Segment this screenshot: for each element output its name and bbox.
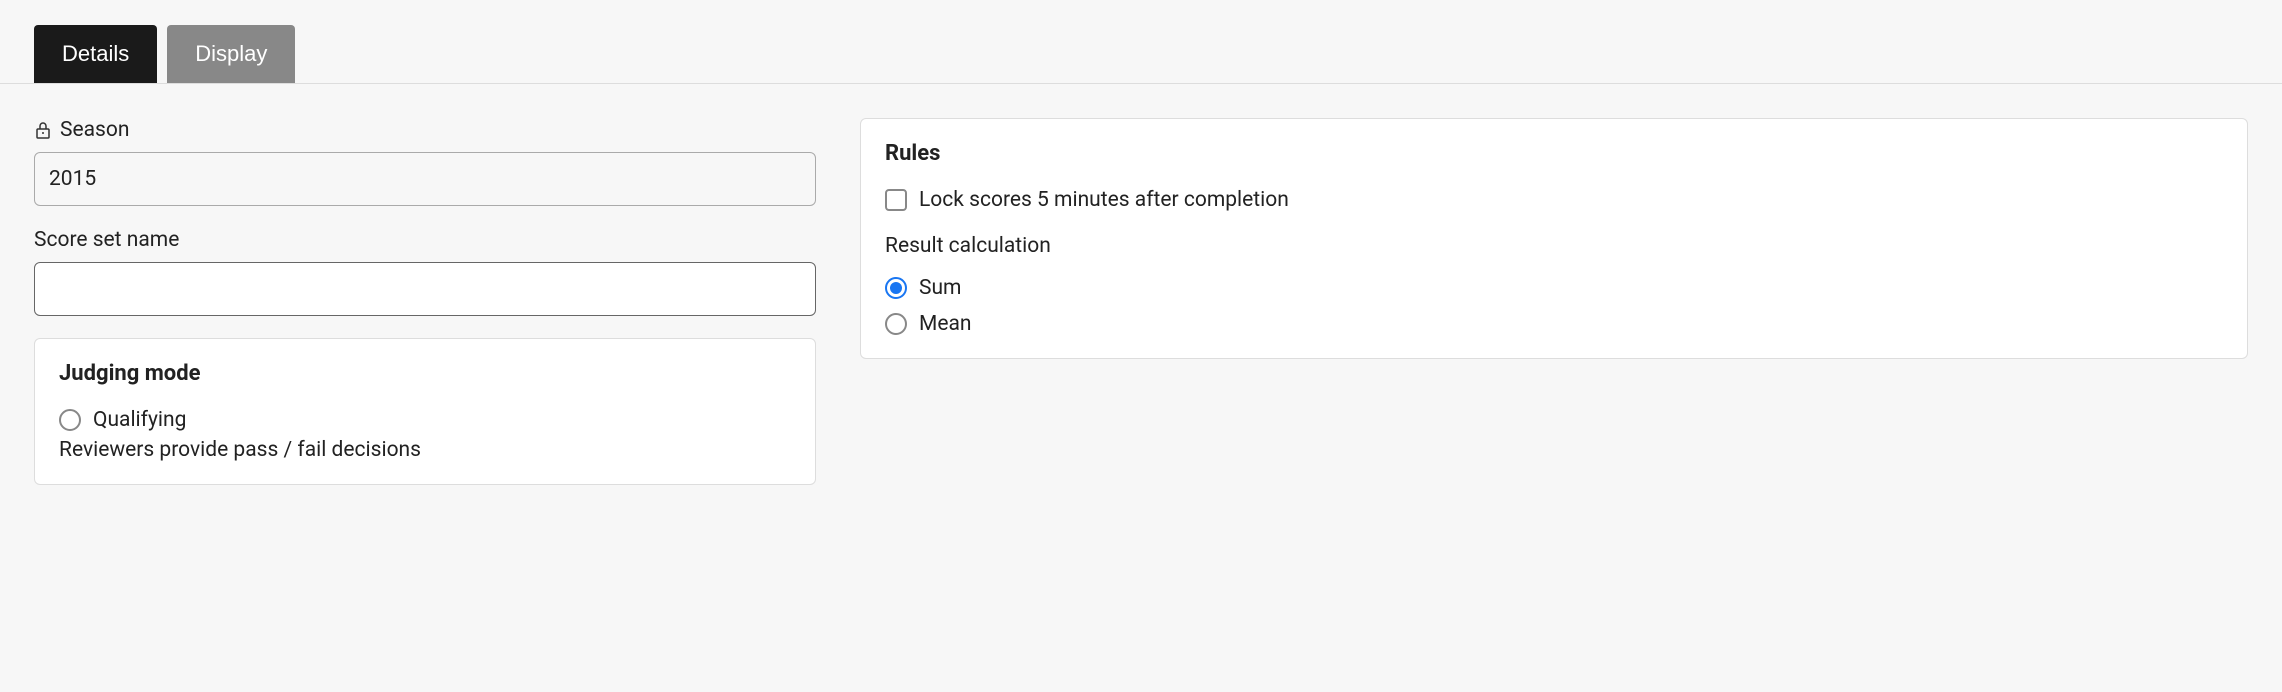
radio-sum-row[interactable]: Sum	[885, 276, 2223, 300]
qualifying-description: Reviewers provide pass / fail decisions	[59, 438, 791, 462]
tabs-bar: Details Display	[0, 0, 2282, 84]
lock-scores-label: Lock scores 5 minutes after completion	[919, 188, 1289, 212]
radio-qualifying[interactable]	[59, 409, 81, 431]
radio-qualifying-label: Qualifying	[93, 408, 186, 432]
right-column: Rules Lock scores 5 minutes after comple…	[860, 118, 2248, 359]
judging-mode-panel: Judging mode Qualifying Reviewers provid…	[34, 338, 816, 485]
radio-sum[interactable]	[885, 277, 907, 299]
judging-mode-title: Judging mode	[59, 361, 791, 386]
tab-details[interactable]: Details	[34, 25, 157, 83]
lock-scores-checkbox[interactable]	[885, 189, 907, 211]
season-field-group: Season	[34, 118, 816, 206]
radio-sum-dot	[890, 282, 902, 294]
radio-mean-label: Mean	[919, 312, 972, 336]
radio-sum-label: Sum	[919, 276, 961, 300]
result-calculation-label: Result calculation	[885, 234, 2223, 258]
rules-title: Rules	[885, 141, 2223, 166]
radio-mean-row[interactable]: Mean	[885, 312, 2223, 336]
content-area: Season Score set name Judging mode Quali…	[0, 84, 2282, 519]
lock-icon	[34, 121, 52, 139]
season-input	[34, 152, 816, 206]
rules-panel: Rules Lock scores 5 minutes after comple…	[860, 118, 2248, 359]
left-column: Season Score set name Judging mode Quali…	[34, 118, 816, 485]
tab-display[interactable]: Display	[167, 25, 295, 83]
score-set-name-input[interactable]	[34, 262, 816, 316]
lock-scores-row[interactable]: Lock scores 5 minutes after completion	[885, 188, 2223, 212]
season-label-row: Season	[34, 118, 816, 142]
score-set-name-field-group: Score set name	[34, 228, 816, 316]
score-set-name-label-row: Score set name	[34, 228, 816, 252]
season-label: Season	[60, 118, 129, 142]
radio-mean[interactable]	[885, 313, 907, 335]
score-set-name-label: Score set name	[34, 228, 179, 252]
radio-qualifying-row[interactable]: Qualifying	[59, 408, 791, 432]
